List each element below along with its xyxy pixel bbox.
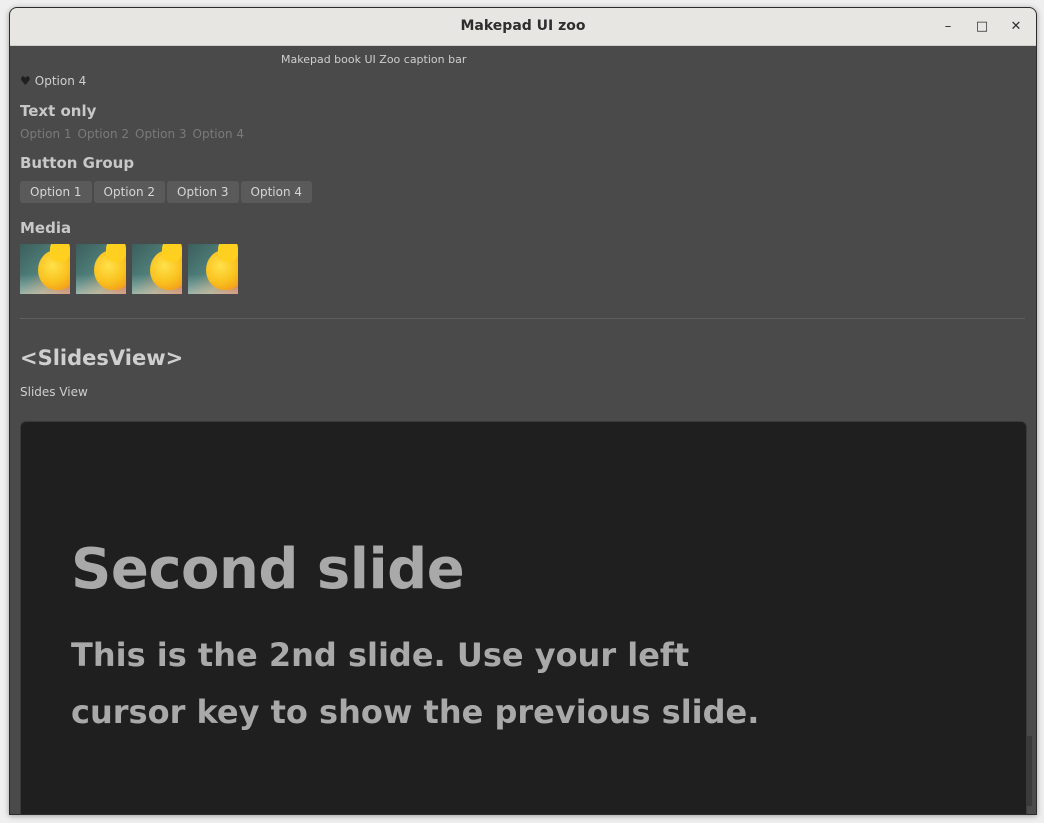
button-group-option-1[interactable]: Option 1 (20, 181, 92, 203)
text-only-radio-group: Option 1 Option 2 Option 3 Option 4 (20, 127, 250, 141)
title-bar[interactable]: Makepad UI zoo – □ ✕ (10, 8, 1036, 46)
slides-view-subtitle: Slides View (20, 385, 88, 399)
media-option-3[interactable] (132, 244, 182, 294)
button-group-title: Button Group (20, 154, 135, 172)
button-group: Option 1 Option 2 Option 3 Option 4 (20, 181, 312, 203)
minimize-icon[interactable]: – (937, 16, 959, 38)
media-radio-group (20, 244, 238, 294)
text-only-title: Text only (20, 102, 97, 120)
button-group-option-3[interactable]: Option 3 (167, 181, 239, 203)
slides-view[interactable]: Second slide This is the 2nd slide. Use … (20, 421, 1027, 814)
section-divider (20, 318, 1025, 319)
text-radio-option-3[interactable]: Option 3 (135, 127, 187, 141)
media-title: Media (20, 219, 72, 237)
text-radio-option-1[interactable]: Option 1 (20, 127, 72, 141)
text-radio-option-2[interactable]: Option 2 (78, 127, 130, 141)
app-window: Makepad UI zoo – □ ✕ Makepad book UI Zoo… (9, 7, 1037, 815)
icon-radio-label: Option 4 (34, 74, 87, 88)
window-title: Makepad UI zoo (460, 18, 586, 34)
text-radio-option-4[interactable]: Option 4 (193, 127, 245, 141)
button-group-option-2[interactable]: Option 2 (93, 181, 165, 203)
slide-heading: Second slide (71, 537, 465, 602)
slides-view-title: <SlidesView> (20, 346, 184, 370)
scrollbar[interactable] (1026, 736, 1032, 806)
media-option-4[interactable] (188, 244, 238, 294)
slide-body: This is the 2nd slide. Use your left cur… (71, 636, 760, 731)
zoo-content: Makepad book UI Zoo caption bar ♥ Option … (10, 46, 1036, 814)
button-group-option-4[interactable]: Option 4 (240, 181, 312, 203)
maximize-icon[interactable]: □ (971, 16, 993, 38)
icon-radio-option-4[interactable]: ♥ Option 4 (20, 74, 86, 88)
media-option-2[interactable] (76, 244, 126, 294)
heart-icon: ♥ (20, 74, 31, 88)
close-icon[interactable]: ✕ (1005, 16, 1027, 38)
media-option-1[interactable] (20, 244, 70, 294)
caption-bar-text: Makepad book UI Zoo caption bar (281, 53, 467, 66)
